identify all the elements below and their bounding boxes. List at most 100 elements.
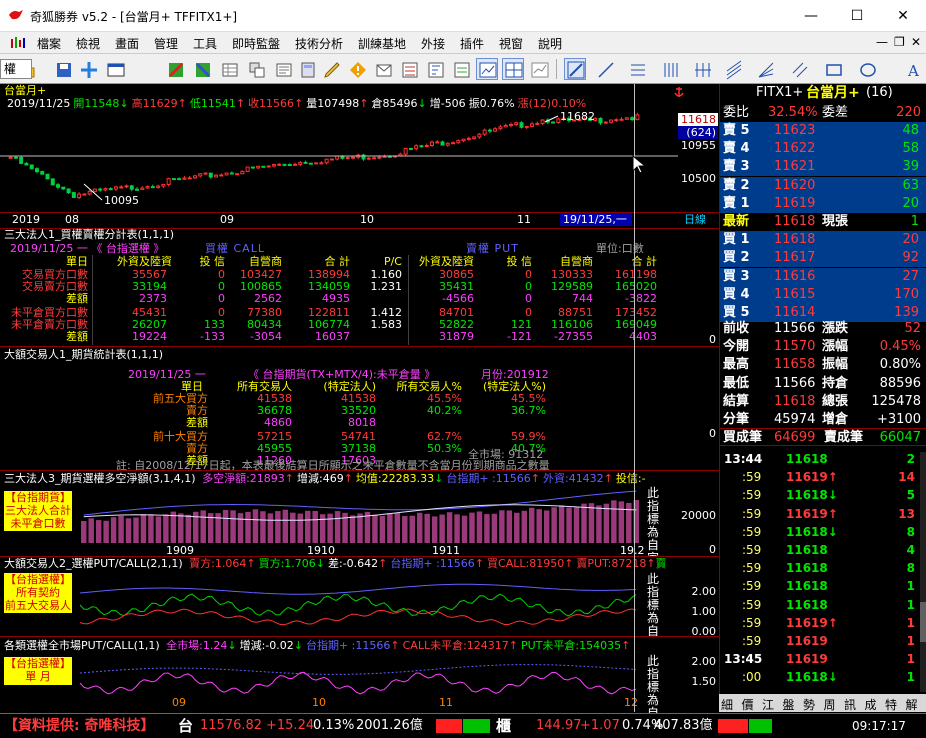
tick-cell: 11618↓ (786, 670, 838, 685)
news-icon[interactable] (272, 58, 294, 80)
candle-body (224, 172, 229, 176)
text-tool-icon[interactable]: A (902, 58, 924, 80)
kline-panel[interactable]: 台當月+ 2019/11/25 開11548↓ 高11629↑ 低11541↑ 收115… (0, 84, 719, 228)
tick-row[interactable]: 13:45 11619 1 (720, 650, 926, 668)
tick-row[interactable]: :59 11619↑ 14 (720, 468, 926, 486)
menu-training[interactable]: 訓練基地 (358, 35, 406, 52)
order-book-row[interactable]: 買 3 11616 27 (720, 267, 926, 286)
menu-external[interactable]: 外接 (421, 35, 445, 52)
tick-row[interactable]: :59 11619↑ 1 (720, 614, 926, 632)
rights-select[interactable]: 權 (0, 59, 32, 79)
quote-tab[interactable]: 成 (865, 696, 877, 713)
order-book-row[interactable]: 賣 1 11619 20 (720, 194, 926, 213)
indicator-blue-icon[interactable] (191, 58, 213, 80)
mdi-minimize-button[interactable]: — (876, 35, 888, 49)
quote-cell: 48 (902, 123, 919, 138)
parallel-line-icon[interactable] (788, 58, 810, 80)
vline-icon[interactable] (658, 58, 680, 80)
tick-cell: 11619↑ (786, 615, 838, 630)
tick-scrollbar[interactable] (920, 452, 926, 692)
maximize-button[interactable]: ☐ (834, 0, 880, 32)
tick-row[interactable]: :59 11618↓ 8 (720, 523, 926, 541)
menu-view[interactable]: 檢視 (76, 35, 100, 52)
ellipse-icon[interactable] (856, 58, 878, 80)
save-icon[interactable] (52, 58, 74, 80)
period-label[interactable]: 日線 (684, 214, 706, 226)
order-book-row[interactable]: 買 2 11617 92 (720, 249, 926, 268)
quote-cell: 27 (902, 268, 919, 284)
menu-file[interactable]: 檔案 (37, 35, 61, 52)
window-layout-icon[interactable] (104, 58, 126, 80)
copy-icon[interactable] (245, 58, 267, 80)
brief-icon[interactable] (450, 58, 472, 80)
crosshair-line (634, 84, 635, 712)
fan-line-icon[interactable] (754, 58, 776, 80)
quote-header: FITX1+ 台當月+ (16) (720, 84, 926, 102)
info-item: ↑ (564, 557, 574, 570)
menu-monitor[interactable]: 即時監盤 (232, 35, 280, 52)
tick-row[interactable]: :59 11619↑ 13 (720, 505, 926, 523)
candle-body (635, 114, 640, 121)
quote-tab[interactable]: 價 (742, 696, 754, 713)
order-book-row[interactable]: 賣 5 11623 48 (720, 122, 926, 140)
menu-help[interactable]: 說明 (538, 35, 562, 52)
tick-row[interactable]: :59 11618 1 (720, 577, 926, 595)
mdi-close-button[interactable]: ✕ (911, 35, 921, 49)
candle-body (45, 173, 50, 180)
menu-window[interactable]: 視窗 (499, 35, 523, 52)
quote-tab[interactable]: 特 (885, 696, 897, 713)
order-book-row[interactable]: 賣 4 11622 58 (720, 140, 926, 159)
table-cell: -3822 (625, 292, 657, 305)
draw-mode-icon[interactable] (564, 58, 586, 80)
indicator-red-icon[interactable] (164, 58, 186, 80)
order-book-row[interactable]: 買 4 11615 170 (720, 285, 926, 304)
net-bar (312, 511, 318, 543)
order-book-row[interactable]: 賣 3 11621 39 (720, 158, 926, 177)
order-book-row[interactable]: 買 1 11618 20 (720, 231, 926, 250)
tick-row[interactable]: :00 11618↓ 1 (720, 668, 926, 686)
tick-row[interactable]: :59 11618 8 (720, 559, 926, 577)
candle-body (245, 166, 250, 172)
menu-screen[interactable]: 畫面 (115, 35, 139, 52)
multi-chart-icon[interactable] (502, 58, 524, 80)
quote-tab[interactable]: 訊 (844, 696, 856, 713)
alarm-icon[interactable] (372, 58, 394, 80)
minimize-button[interactable]: — (788, 0, 834, 32)
quote-tab[interactable]: 勢 (803, 696, 815, 713)
quote-tab[interactable]: 周 (824, 696, 836, 713)
cycle-line-icon[interactable] (690, 58, 712, 80)
quote-tab[interactable]: 盤 (783, 696, 795, 713)
tick-row[interactable]: :59 11618↓ 5 (720, 486, 926, 504)
quote-cell: +3100 (877, 412, 921, 427)
rectangle-icon[interactable] (822, 58, 844, 80)
tick-row[interactable]: :59 11618 4 (720, 541, 926, 559)
tick-row[interactable]: :59 11618 1 (720, 596, 926, 614)
channel-icon[interactable] (722, 58, 744, 80)
close-button[interactable]: ✕ (880, 0, 926, 32)
mdi-restore-button[interactable]: ❐ (894, 35, 905, 49)
menu-technical[interactable]: 技術分析 (295, 35, 343, 52)
trendline-icon[interactable] (594, 58, 616, 80)
tick-row[interactable]: :59 11619 1 (720, 632, 926, 650)
tick-chart-icon[interactable] (528, 58, 550, 80)
calculator-icon[interactable] (296, 58, 318, 80)
net-bar (319, 514, 326, 543)
hline-icon[interactable] (626, 58, 648, 80)
menu-tools[interactable]: 工具 (193, 35, 217, 52)
sort-icon[interactable] (424, 58, 446, 80)
move-icon[interactable] (77, 58, 99, 80)
menu-plugins[interactable]: 插件 (460, 35, 484, 52)
quote-tab[interactable]: 江 (762, 696, 774, 713)
quote-cell: 買 3 (723, 268, 750, 284)
pencil-icon[interactable] (320, 58, 342, 80)
tick-row[interactable]: 13:44 11618 2 (720, 450, 926, 468)
quote-tab[interactable]: 解 (906, 696, 918, 713)
table-icon[interactable] (218, 58, 240, 80)
last-price-row[interactable]: 最新 11618 現張 1 (720, 213, 926, 231)
stock-list-icon[interactable] (398, 58, 420, 80)
warning-icon[interactable] (346, 58, 368, 80)
quote-tab[interactable]: 細 (721, 696, 733, 713)
kline-view-icon[interactable] (476, 58, 498, 80)
menu-manage[interactable]: 管理 (154, 35, 178, 52)
order-book-row[interactable]: 賣 2 11620 63 (720, 176, 926, 195)
